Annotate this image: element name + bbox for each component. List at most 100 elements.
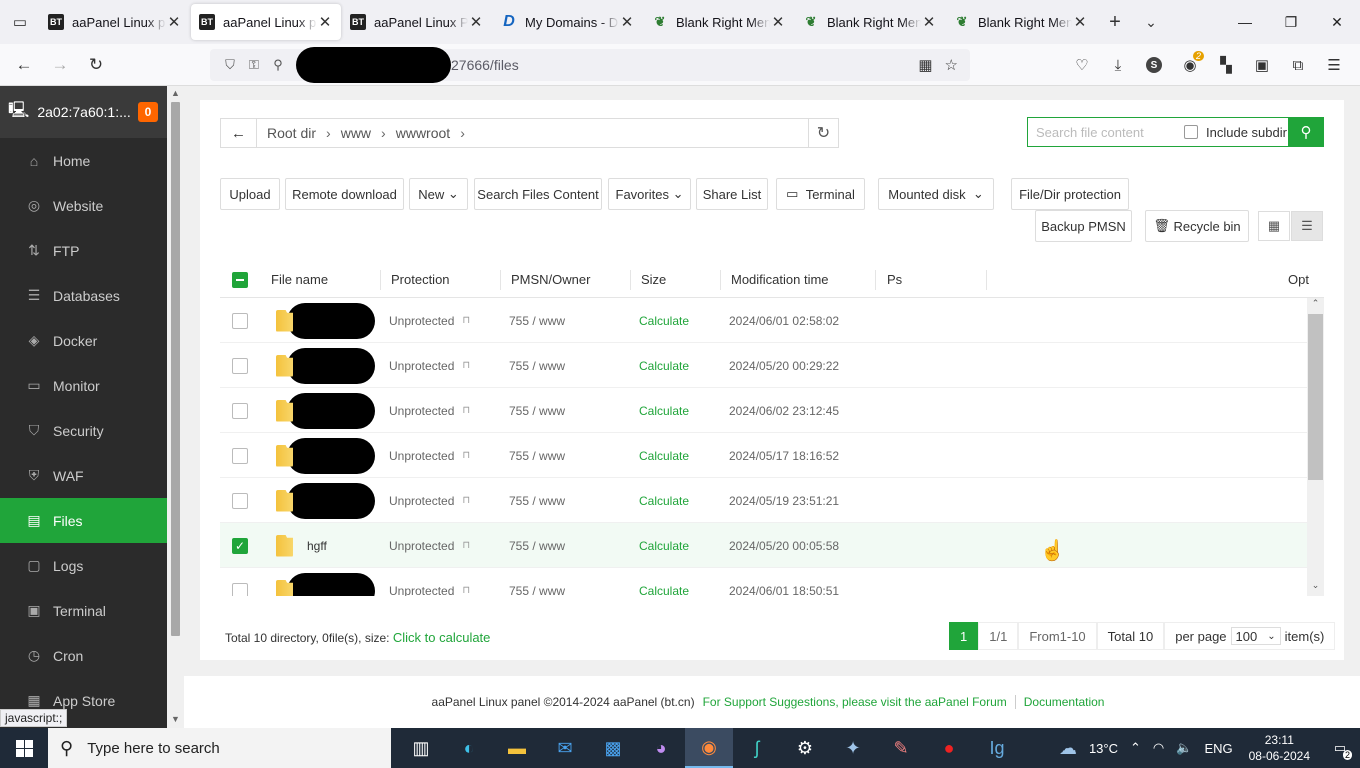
profile-icon[interactable]: S [1136,49,1172,81]
close-tab-icon[interactable]: ✕ [468,13,484,31]
table-row[interactable]: Unprotected ⊓ 755 / www Calculate 2024/05/19… [220,478,1307,523]
row-checkbox[interactable] [232,492,248,509]
sidebar-item-terminal[interactable]: ▣ Terminal [0,588,167,633]
menu-icon[interactable]: ☰ [1316,49,1352,81]
unlock-icon[interactable]: ⊓ [462,450,470,461]
sidebar-item-docker[interactable]: ◈ Docker [0,318,167,363]
page-current[interactable]: 1 [949,622,979,650]
search-icon[interactable]: ⚲ [1288,117,1324,147]
table-row[interactable]: ✓ hgff Unprotected ⊓ 755 / www Calculate 2024/… [220,523,1307,568]
unlock-icon[interactable]: ⊓ [462,495,470,506]
tab-list-icon[interactable]: ▭ [0,0,40,44]
row-checkbox[interactable]: ✓ [232,537,248,554]
sidebar-item-waf[interactable]: ⛨ WAF [0,453,167,498]
sidebar-item-ftp[interactable]: ⇅ FTP [0,228,167,273]
app-icon[interactable]: ✦ [829,728,877,768]
file-name[interactable]: hgff [307,539,327,553]
forward-icon[interactable]: → [42,49,78,81]
weather-icon[interactable]: ☁ [1053,738,1083,759]
col-mtime[interactable]: Modification time [721,270,876,290]
protection-status[interactable]: Unprotected [389,404,454,418]
scroll-down-icon[interactable]: ▼ [167,714,184,724]
bookmark-star-icon[interactable]: ☆ [945,56,958,74]
file-explorer-icon[interactable]: ▬ [493,728,541,768]
sidebar-item-cron[interactable]: ◷ Cron [0,633,167,678]
favorites-dropdown-button[interactable]: Favorites ⌄ [608,178,691,210]
close-tab-icon[interactable]: ✕ [166,13,182,31]
clock[interactable]: 23:11 08-06-2024 [1239,732,1320,764]
server-header[interactable]: 🖳 2a02:7a60:1:... 0 [0,86,167,138]
extensions-icon[interactable]: ⧉ [1280,49,1316,81]
browser-tab[interactable]: BT aaPanel Linux Panel✕ [342,4,492,40]
search-files-content-button[interactable]: Search Files Content [474,178,602,210]
mounted-disk-dropdown[interactable]: Mounted disk ⌄ [878,178,994,210]
protection-status[interactable]: Unprotected [389,359,454,373]
permission-owner[interactable]: 755 / www [509,449,565,463]
sidebar-item-security[interactable]: ⛉ Security [0,408,167,453]
lock-icon[interactable]: ⚿ [242,57,266,73]
new-tab-button[interactable]: + [1097,11,1133,34]
backup-pmsn-button[interactable]: Backup PMSN [1035,210,1132,242]
grid-view-icon[interactable]: ▦ [1258,211,1290,241]
scroll-up-icon[interactable]: ⌃ [1307,298,1324,309]
temperature[interactable]: 13°C [1083,741,1124,756]
col-size[interactable]: Size [631,270,721,290]
close-tab-icon[interactable]: ✕ [1072,13,1088,31]
calculate-size-link[interactable]: Calculate [639,494,689,508]
mail-icon[interactable]: ✉ [541,728,589,768]
script-icon[interactable]: ʃ [733,728,781,768]
table-row[interactable]: Unprotected ⊓ 755 / www Calculate 2024/05/17… [220,433,1307,478]
back-icon[interactable]: ← [6,49,42,81]
sidebar-item-home[interactable]: ⌂ Home [0,138,167,183]
calculate-size-link[interactable]: Calculate [639,314,689,328]
ig-icon[interactable]: Ig [973,728,1021,768]
scroll-up-icon[interactable]: ▲ [167,88,184,98]
row-checkbox[interactable] [232,582,248,596]
breadcrumb-item[interactable]: wwwroot [390,125,456,141]
permission-owner[interactable]: 755 / www [509,359,565,373]
permission-owner[interactable]: 755 / www [509,584,565,597]
extension-badge-icon[interactable]: ◉ 2 [1172,49,1208,81]
game-icon[interactable]: ◕ [637,728,685,768]
address-bar[interactable]: ⛉ ⚿ ⚲ 27666/files ▦ ☆ [210,47,970,83]
firefox-icon[interactable]: ◉ [685,728,733,768]
row-checkbox[interactable] [232,357,248,374]
browser-tab[interactable]: BT aaPanel Linux panel✕ [40,4,190,40]
close-tab-icon[interactable]: ✕ [619,13,635,31]
store-icon[interactable]: ▩ [589,728,637,768]
col-file-name[interactable]: File name [261,270,381,290]
unlock-icon[interactable]: ⊓ [462,360,470,371]
select-all-checkbox[interactable] [232,272,248,288]
row-checkbox[interactable] [232,402,248,419]
share-list-button[interactable]: Share List [696,178,768,210]
breadcrumb-item[interactable]: www [335,125,377,141]
permission-owner[interactable]: 755 / www [509,314,565,328]
sidebar-item-files[interactable]: ▤ Files [0,498,167,543]
sidebar-item-logs[interactable]: ▢ Logs [0,543,167,588]
unlock-icon[interactable]: ⊓ [462,585,470,596]
click-to-calculate-link[interactable]: Click to calculate [393,630,491,645]
close-tab-icon[interactable]: ✕ [921,13,937,31]
settings-icon[interactable]: ⚙ [781,728,829,768]
unlock-icon[interactable]: ⊓ [462,405,470,416]
volume-icon[interactable]: 🔈 [1170,740,1198,756]
sidebar-scrollbar[interactable]: ▲ ▼ [167,86,184,728]
task-view-icon[interactable]: ▥ [397,728,445,768]
upload-button[interactable]: Upload [220,178,280,210]
permissions-icon[interactable]: ⚲ [266,57,290,73]
refresh-icon[interactable]: ↻ [808,119,838,147]
new-dropdown-button[interactable]: New ⌄ [409,178,468,210]
permission-owner[interactable]: 755 / www [509,404,565,418]
protection-status[interactable]: Unprotected [389,314,454,328]
close-window-icon[interactable]: ✕ [1314,0,1360,44]
row-checkbox[interactable] [232,312,248,329]
scrollbar-thumb[interactable] [171,102,180,636]
paint-icon[interactable]: ✎ [877,728,925,768]
alert-count-badge[interactable]: 0 [138,102,158,122]
container-icon[interactable]: ▣ [1244,49,1280,81]
calculate-size-link[interactable]: Calculate [639,359,689,373]
terminal-button[interactable]: ▭ Terminal [776,178,865,210]
record-icon[interactable]: ● [925,728,973,768]
list-view-icon[interactable]: ☰ [1291,211,1323,241]
reload-icon[interactable]: ↻ [78,49,114,81]
